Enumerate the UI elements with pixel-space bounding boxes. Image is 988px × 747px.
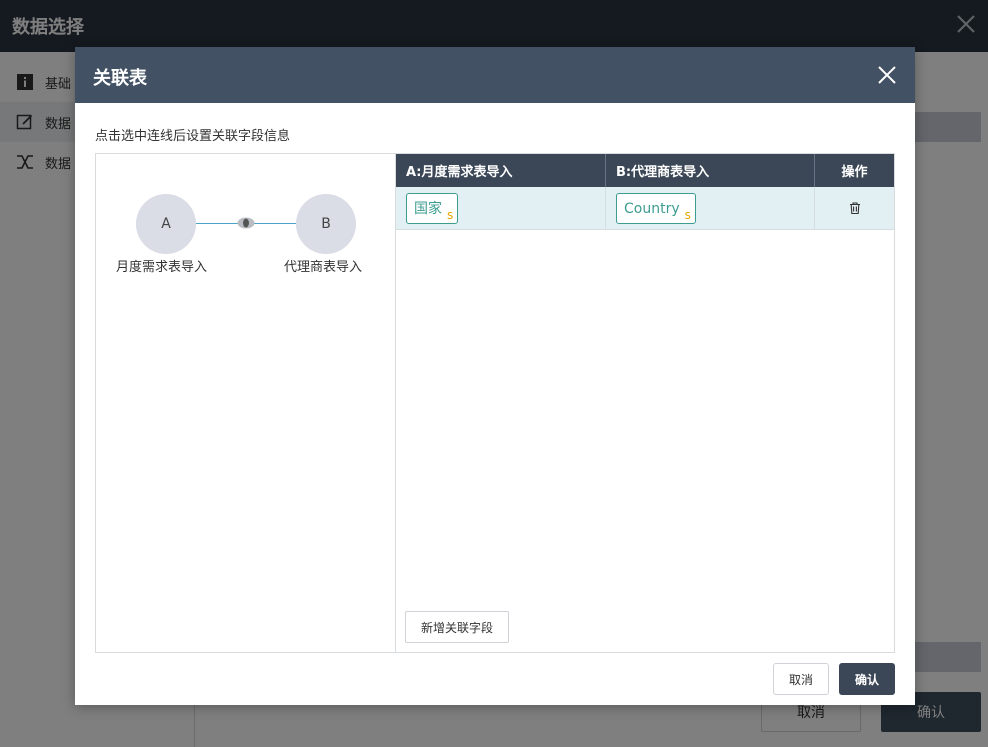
link-table-dialog: 关联表 点击选中连线后设置关联字段信息 A B 月度需求表导入 代理商表导入 A… — [75, 47, 915, 705]
table-row[interactable]: 国家 s Country s — [396, 187, 894, 230]
close-icon[interactable] — [875, 63, 899, 87]
field-tag-b[interactable]: Country s — [616, 192, 696, 224]
link-panel: A B 月度需求表导入 代理商表导入 A:月度需求表导入 B:代理商表导入 操作… — [95, 153, 895, 653]
dialog-header: 关联表 — [75, 47, 915, 103]
table-node-a[interactable]: A — [136, 194, 196, 254]
column-header: B:代理商表导入 — [606, 154, 815, 187]
field-name: 国家 — [414, 200, 442, 217]
node-letter: B — [321, 216, 331, 232]
table-header: A:月度需求表导入 B:代理商表导入 操作 — [396, 154, 894, 187]
confirm-button[interactable]: 确认 — [839, 663, 895, 695]
table-cell: 国家 s — [396, 187, 606, 229]
node-b-label: 代理商表导入 — [284, 260, 363, 275]
node-a-label: 月度需求表导入 — [116, 260, 208, 275]
join-icon[interactable] — [237, 217, 255, 229]
table-node-b[interactable]: B — [296, 194, 356, 254]
field-tag-a[interactable]: 国家 s — [406, 192, 459, 224]
link-field-table: A:月度需求表导入 B:代理商表导入 操作 国家 s Country s 新增关… — [396, 154, 894, 652]
add-link-field-button[interactable]: 新增关联字段 — [405, 611, 509, 643]
column-header: A:月度需求表导入 — [396, 154, 606, 187]
instruction-text: 点击选中连线后设置关联字段信息 — [95, 129, 291, 144]
table-cell — [815, 187, 894, 229]
cancel-button[interactable]: 取消 — [773, 663, 829, 695]
column-header: 操作 — [841, 165, 868, 180]
node-letter: A — [161, 216, 171, 232]
field-type-badge: s — [447, 207, 454, 222]
field-type-badge: s — [684, 207, 691, 222]
table-cell: Country s — [606, 187, 815, 229]
field-name: Country — [624, 200, 680, 217]
dialog-title: 关联表 — [93, 68, 147, 89]
trash-icon[interactable] — [848, 201, 862, 215]
link-diagram: A B 月度需求表导入 代理商表导入 — [96, 154, 396, 652]
